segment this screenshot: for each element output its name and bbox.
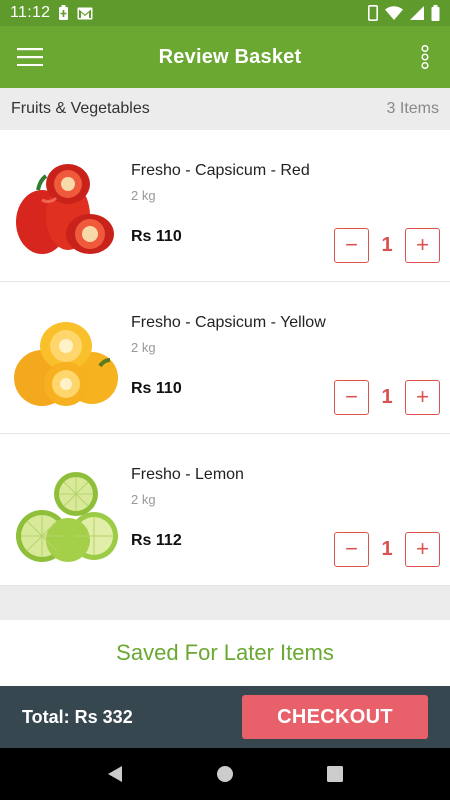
status-time: 11:12 — [10, 4, 51, 21]
item-price: Rs 110 — [131, 380, 182, 397]
section-divider — [0, 586, 450, 620]
battery-saver-icon — [58, 5, 69, 21]
recents-icon[interactable] — [315, 754, 355, 794]
decrease-quantity-button[interactable]: − — [334, 379, 369, 415]
quantity-value: 1 — [381, 385, 393, 408]
home-icon[interactable] — [205, 754, 245, 794]
decrease-quantity-button[interactable]: − — [334, 227, 369, 263]
quantity-stepper: − 1 + — [334, 227, 440, 263]
increase-quantity-button[interactable]: + — [405, 531, 440, 567]
quantity-value: 1 — [381, 233, 393, 256]
red-capsicum-image — [12, 160, 120, 260]
phone-icon — [368, 5, 378, 21]
decrease-quantity-button[interactable]: − — [334, 531, 369, 567]
checkout-button[interactable]: CHECKOUT — [242, 695, 428, 739]
lemon-image — [12, 464, 120, 564]
saved-for-later-section: Saved For Later Items — [0, 620, 450, 686]
list-item: Fresho - Capsicum - Yellow 2 kg Rs 110 −… — [0, 282, 450, 434]
battery-icon — [431, 5, 440, 21]
item-weight: 2 kg — [131, 340, 156, 355]
item-count: 3 Items — [386, 100, 439, 117]
hamburger-menu-icon[interactable] — [0, 26, 60, 88]
wifi-icon — [385, 6, 403, 20]
quantity-stepper: − 1 + — [334, 379, 440, 415]
item-name: Fresho - Lemon — [131, 466, 244, 483]
yellow-capsicum-image — [12, 312, 120, 412]
basket-total: Total: Rs 332 — [22, 706, 133, 727]
signal-icon — [410, 6, 424, 20]
gmail-icon — [77, 7, 93, 20]
back-icon[interactable] — [95, 754, 135, 794]
saved-for-later-link[interactable]: Saved For Later Items — [116, 640, 334, 666]
checkout-footer: Total: Rs 332 CHECKOUT — [0, 686, 450, 748]
item-price: Rs 112 — [131, 532, 182, 549]
section-title: Fruits & Vegetables — [11, 100, 150, 117]
quantity-stepper: − 1 + — [334, 531, 440, 567]
section-header: Fruits & Vegetables 3 Items — [0, 88, 450, 130]
list-item: Fresho - Lemon 2 kg Rs 112 − 1 + — [0, 434, 450, 586]
item-weight: 2 kg — [131, 188, 156, 203]
increase-quantity-button[interactable]: + — [405, 227, 440, 263]
item-name: Fresho - Capsicum - Yellow — [131, 314, 326, 331]
system-navigation-bar — [0, 748, 450, 800]
item-weight: 2 kg — [131, 492, 156, 507]
item-name: Fresho - Capsicum - Red — [131, 162, 310, 179]
overflow-menu-icon[interactable] — [400, 26, 450, 88]
app-bar: Review Basket — [0, 26, 450, 88]
list-item: Fresho - Capsicum - Red 2 kg Rs 110 − 1 … — [0, 130, 450, 282]
page-title: Review Basket — [158, 45, 302, 68]
item-price: Rs 110 — [131, 228, 182, 245]
increase-quantity-button[interactable]: + — [405, 379, 440, 415]
quantity-value: 1 — [381, 537, 393, 560]
status-bar: 11:12 — [0, 0, 450, 26]
